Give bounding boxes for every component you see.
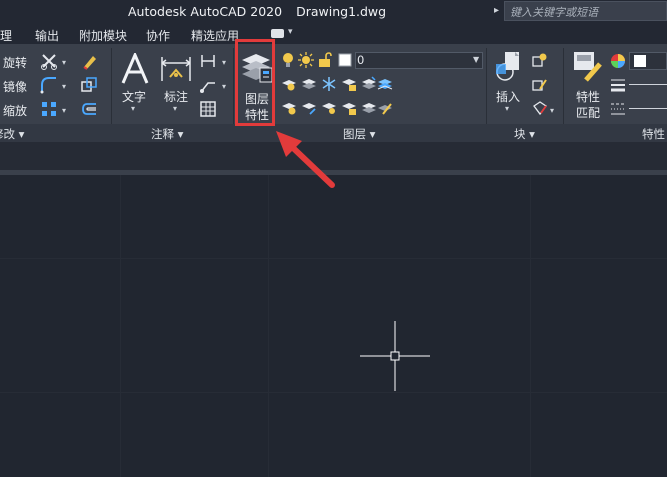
ribbon-toggle-icon[interactable]	[271, 29, 284, 38]
rotate-button[interactable]: 旋转	[3, 54, 27, 71]
layer-isolate-icon[interactable]	[301, 76, 317, 92]
panel-block[interactable]: 块 ▾	[514, 126, 535, 142]
app-title: Autodesk AutoCAD 2020	[128, 4, 283, 19]
linetype-icon[interactable]	[610, 101, 626, 117]
fillet-icon[interactable]	[40, 76, 58, 94]
layer-unlock-icon[interactable]	[318, 52, 332, 68]
menu-output[interactable]: 输出	[35, 27, 59, 44]
layer-thaw-icon[interactable]	[298, 52, 314, 68]
scale-button[interactable]: 缩放	[3, 102, 27, 119]
grid-line	[0, 258, 667, 259]
layer-walk-icon[interactable]	[377, 100, 393, 116]
insert-button[interactable]: 插入	[496, 88, 520, 105]
grid-line	[268, 175, 269, 477]
array-icon[interactable]	[40, 100, 58, 118]
panel-layers[interactable]: 图层 ▾	[343, 126, 375, 142]
color-dropdown[interactable]	[629, 52, 667, 70]
layer-dropdown-value[interactable]: 0	[357, 53, 364, 67]
layer-unisolate-icon[interactable]	[301, 100, 317, 116]
document-name: Drawing1.dwg	[296, 4, 387, 19]
panel-properties-label: 特性	[642, 127, 665, 141]
panel-annotation[interactable]: 注释 ▾	[151, 126, 183, 142]
leader-icon[interactable]	[199, 76, 217, 94]
linear-dimension-dropdown-icon[interactable]: ▾	[222, 58, 226, 67]
fillet-dropdown-icon[interactable]: ▾	[62, 82, 66, 91]
menu-bar: 理 输出 附加模块 协作 精选应用	[0, 24, 667, 44]
layer-match-icon[interactable]	[361, 100, 377, 116]
dimension-dropdown-icon[interactable]: ▾	[173, 104, 177, 113]
layer-on-all-icon[interactable]	[281, 100, 297, 116]
panel-properties[interactable]: 特性	[642, 126, 665, 142]
layer-on-icon[interactable]	[281, 52, 295, 68]
panel-annotation-label: 注释	[151, 127, 174, 141]
grid-line	[120, 175, 121, 477]
match-properties-label-2[interactable]: 匹配	[576, 104, 600, 121]
array-dropdown-icon[interactable]: ▾	[62, 106, 66, 115]
layer-states-icon[interactable]	[377, 76, 393, 92]
edit-block-icon[interactable]	[532, 76, 548, 92]
color-swatch	[634, 55, 646, 67]
dimension-button[interactable]: 标注	[164, 88, 188, 105]
table-icon[interactable]	[199, 100, 217, 118]
layer-thaw-all-icon[interactable]	[321, 100, 337, 116]
edit-attributes-icon[interactable]	[532, 100, 548, 116]
match-properties-label-1[interactable]: 特性	[576, 88, 600, 105]
create-block-icon[interactable]	[532, 52, 548, 68]
color-wheel-icon[interactable]	[610, 53, 626, 69]
insert-dropdown-icon[interactable]: ▾	[505, 104, 509, 113]
erase-icon[interactable]	[80, 52, 98, 70]
layer-color-icon[interactable]	[338, 53, 352, 67]
grid-line	[530, 175, 531, 477]
text-dropdown-icon[interactable]: ▾	[131, 104, 135, 113]
crosshair-cursor-icon	[360, 321, 430, 391]
layer-dropdown[interactable]	[355, 52, 483, 69]
text-button[interactable]: 文字	[122, 88, 146, 105]
panel-block-label: 块	[514, 127, 526, 141]
layer-unlock-all-icon[interactable]	[341, 100, 357, 116]
match-properties-icon[interactable]	[572, 50, 606, 84]
layer-freeze-icon[interactable]	[321, 76, 337, 92]
menu-featured-apps[interactable]: 精选应用	[191, 27, 239, 44]
layer-off-icon[interactable]	[281, 76, 297, 92]
search-input[interactable]: 键入关键字或短语	[504, 1, 667, 21]
leader-dropdown-icon[interactable]: ▾	[222, 82, 226, 91]
linetype-dropdown[interactable]	[629, 108, 667, 109]
dimension-icon[interactable]	[160, 53, 192, 85]
menu-manage[interactable]: 理	[0, 27, 12, 44]
grid-line	[0, 392, 667, 393]
ribbon-toggle-arrow-icon[interactable]: ▾	[288, 27, 293, 37]
insert-block-icon[interactable]	[493, 50, 527, 84]
layer-dropdown-arrow-icon[interactable]: ▼	[473, 55, 479, 64]
layer-make-current-icon[interactable]	[361, 76, 377, 92]
text-icon[interactable]	[120, 53, 150, 85]
search-expand-icon[interactable]: ▸	[494, 5, 499, 16]
window-title: Autodesk AutoCAD 2020 Drawing1.dwg	[128, 4, 386, 19]
lineweight-icon[interactable]	[610, 77, 626, 93]
layer-lock-icon[interactable]	[341, 76, 357, 92]
copy-icon[interactable]	[80, 76, 98, 94]
highlight-box	[235, 39, 275, 126]
linear-dimension-icon[interactable]	[199, 52, 217, 70]
panel-layers-label: 图层	[343, 127, 366, 141]
edit-attributes-dropdown-icon[interactable]: ▾	[550, 106, 554, 115]
menu-collaborate[interactable]: 协作	[146, 27, 170, 44]
red-arrow-icon	[276, 131, 335, 188]
panel-modify-label: 修改	[0, 127, 15, 141]
offset-icon[interactable]	[80, 100, 98, 118]
mirror-button[interactable]: 镜像	[3, 78, 27, 95]
trim-icon[interactable]	[40, 52, 58, 70]
trim-dropdown-icon[interactable]: ▾	[62, 58, 66, 67]
panel-modify[interactable]: 修改 ▾	[0, 126, 24, 142]
menu-addins[interactable]: 附加模块	[79, 27, 127, 44]
drawing-canvas[interactable]	[0, 175, 667, 477]
lineweight-dropdown[interactable]	[629, 84, 667, 85]
